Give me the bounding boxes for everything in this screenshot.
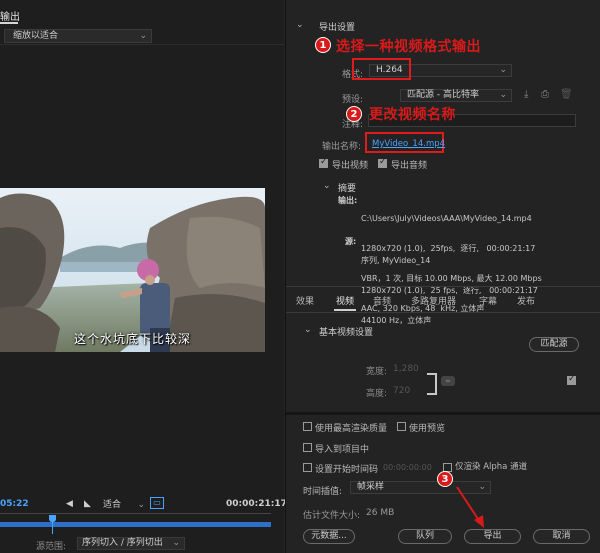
- options-divider: [286, 412, 600, 415]
- current-timecode[interactable]: 05:22: [0, 499, 29, 509]
- aspect-bracket: [427, 373, 437, 395]
- start-timecode-value[interactable]: 00:00:00:00: [383, 463, 432, 472]
- height-label: 高度:: [366, 389, 388, 399]
- chevron-down-icon: ⌄: [137, 500, 145, 510]
- duration-timecode: 00:00:21:17: [226, 499, 287, 509]
- summary-source-line: 序列, MyVideo_14: [361, 256, 431, 265]
- preset-value: 匹配源 - 高比特率: [407, 90, 479, 100]
- render-alpha-only-label: 仅渲染 Alpha 通道: [455, 462, 528, 472]
- summary-source-lines: 序列, MyVideo_14 1280x720 (1.0), 25 fps, 逐…: [361, 236, 538, 346]
- chevron-down-icon: ⌄: [172, 538, 180, 548]
- summary-title: 摘要: [338, 184, 357, 194]
- preset-dropdown[interactable]: 匹配源 - 高比特率 ⌄: [400, 89, 512, 102]
- use-previews-label: 使用预览: [409, 424, 446, 434]
- step1-callout-text: 选择一种视频格式输出: [336, 39, 481, 55]
- width-label: 宽度:: [366, 367, 388, 377]
- output-name-link[interactable]: MyVideo_14.mp4: [372, 139, 445, 149]
- export-settings-pane: ⌄ 导出设置 格式: H.264 ⌄ 预设: 匹配源 - 高比特率 ⌄ ⤓ ⎙ …: [285, 0, 600, 553]
- width-height-match-checkbox[interactable]: [567, 374, 576, 385]
- save-preset-icon[interactable]: ⤓: [524, 89, 528, 100]
- output-name-label: 输出名称:: [322, 142, 362, 152]
- zoom-fit-dropdown[interactable]: 适合 ⌄: [103, 499, 145, 511]
- time-interpolation-label: 时间插值:: [303, 487, 343, 497]
- export-video-checkbox[interactable]: [319, 157, 328, 168]
- import-into-project-label: 导入到项目中: [315, 445, 370, 455]
- export-button[interactable]: 导出: [464, 529, 521, 544]
- chevron-down-icon: ⌄: [499, 90, 507, 100]
- match-source-button[interactable]: 匹配源: [529, 337, 579, 352]
- delete-preset-icon[interactable]: 🗑: [560, 89, 573, 100]
- mark-out-icon[interactable]: ◣: [84, 499, 91, 509]
- tab-effects[interactable]: 效果: [296, 294, 314, 307]
- chevron-down-icon: ⌄: [139, 31, 147, 41]
- tab-video-underline: [334, 309, 356, 311]
- preset-label: 预设:: [342, 95, 364, 105]
- metadata-button[interactable]: 元数据...: [303, 529, 355, 544]
- chain-link-icon[interactable]: ∞: [441, 376, 455, 386]
- export-audio-label: 导出音频: [391, 161, 428, 171]
- summary-source-label: 源:: [345, 237, 357, 246]
- video-subtitle-caption: 这个水坑底下比较深: [73, 332, 191, 346]
- format-highlight-box: [352, 58, 411, 80]
- video-frame-image: [0, 188, 265, 352]
- source-range-dropdown[interactable]: 序列切入 / 序列切出 ⌄: [77, 537, 185, 550]
- safe-margins-icon[interactable]: ▭: [150, 497, 164, 509]
- height-value[interactable]: 720: [393, 386, 410, 396]
- tab-active-underline: [0, 22, 18, 24]
- step2-number-badge: 2: [346, 106, 362, 122]
- tab-output[interactable]: 输出: [0, 8, 20, 23]
- collapse-icon[interactable]: ⌄: [296, 20, 304, 30]
- source-range-value: 序列切入 / 序列切出: [82, 538, 163, 548]
- step1-number-badge: 1: [315, 37, 331, 53]
- set-start-timecode-checkbox[interactable]: [303, 463, 312, 472]
- estimated-size-label: 估计文件大小:: [303, 511, 361, 521]
- export-video-label: 导出视频: [332, 161, 369, 171]
- chevron-down-icon: ⌄: [499, 65, 507, 75]
- step2-callout-text: 更改视频名称: [369, 107, 456, 123]
- zoom-fit-value: 适合: [103, 500, 122, 510]
- step3-arrow-icon: [456, 486, 484, 528]
- video-preview-frame: [0, 188, 265, 352]
- tab-captions[interactable]: 字幕: [479, 294, 497, 307]
- timeline-ruler[interactable]: [0, 513, 271, 521]
- tab-publish[interactable]: 发布: [517, 294, 535, 307]
- step3-number-badge: 3: [437, 471, 453, 487]
- cancel-button[interactable]: 取消: [533, 529, 590, 544]
- estimated-size-value: 26 MB: [366, 508, 395, 518]
- source-range-label: 源范围:: [36, 542, 67, 552]
- export-audio-checkbox[interactable]: [378, 157, 387, 168]
- import-into-project-checkbox[interactable]: [303, 443, 312, 452]
- tab-multiplexer[interactable]: 多路复用器: [411, 294, 456, 307]
- basic-video-title: 基本视频设置: [319, 328, 374, 338]
- tabs-top-divider: [286, 286, 600, 287]
- playhead-line: [52, 522, 53, 534]
- tabs-bottom-divider: [286, 312, 600, 313]
- max-render-quality-label: 使用最高渲染质量: [315, 424, 388, 434]
- summary-collapse-icon[interactable]: ⌄: [323, 181, 331, 191]
- scale-mode-dropdown[interactable]: 缩放以适合 ⌄: [4, 29, 152, 43]
- tab-audio[interactable]: 音频: [373, 294, 391, 307]
- queue-button[interactable]: 队列: [398, 529, 452, 544]
- tab-video[interactable]: 视频: [336, 294, 354, 307]
- timeline-work-area-bar[interactable]: [0, 522, 271, 527]
- basic-video-collapse-icon[interactable]: ⌄: [304, 325, 312, 335]
- mark-in-icon[interactable]: ◀: [66, 499, 73, 509]
- max-render-quality-checkbox[interactable]: [303, 422, 312, 431]
- export-settings-title: 导出设置: [319, 23, 356, 33]
- import-preset-icon[interactable]: ⎙: [541, 89, 549, 100]
- width-value[interactable]: 1,280: [393, 364, 419, 374]
- set-start-timecode-label: 设置开始时间码: [315, 465, 379, 475]
- time-interpolation-value: 帧采样: [357, 482, 385, 492]
- source-preview-pane: 输出 缩放以适合 ⌄ 这个水坑底下比较深 05:22 ◀ ◣ 适合 ⌄ ▭ 00…: [0, 0, 287, 553]
- scale-mode-value: 缩放以适合: [13, 31, 59, 41]
- summary-output-label: 输出:: [338, 196, 358, 205]
- summary-source-line: 44100 Hz，立体声: [361, 316, 432, 325]
- summary-output-line: C:\Users\July\Videos\AAA\MyVideo_14.mp4: [361, 214, 532, 223]
- use-previews-checkbox[interactable]: [397, 422, 406, 431]
- settings-tabs: 效果 视频 音频 多路复用器 字幕 发布: [286, 294, 600, 308]
